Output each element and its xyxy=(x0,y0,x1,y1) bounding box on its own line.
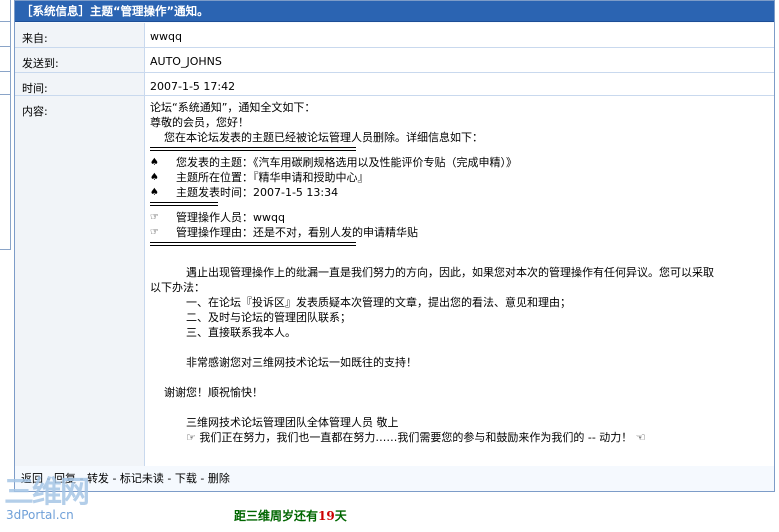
download-link[interactable]: 下载 xyxy=(175,472,197,485)
intro-line: 论坛“系统通知”，通知全文如下： xyxy=(150,101,316,114)
to-row: 发送到: AUTO_JOHNS xyxy=(15,48,774,73)
topic-item: ♠ 主题发表时间：2007-1-5 13:34 xyxy=(150,185,770,200)
countdown-prefix: 距三维周岁还有 xyxy=(234,509,319,523)
time-label: 时间: xyxy=(15,73,145,95)
content-label: 内容: xyxy=(15,96,145,466)
time-row: 时间: 2007-1-5 17:42 xyxy=(15,73,774,96)
option-item: 一、在论坛『投诉区』发表质疑本次管理的文章，提出您的看法、意见和理由； xyxy=(186,296,571,309)
left-frame-strip xyxy=(0,0,11,250)
topic-item-text: 您发表的主题：《汽车用碳刷规格选用以及性能评价专贴（完成申精）》 xyxy=(176,156,517,169)
time-value: 2007-1-5 17:42 xyxy=(145,73,774,95)
message-title: ［系统信息］主题“管理操作”通知。 xyxy=(15,1,774,22)
content-row: 内容: 论坛“系统通知”，通知全文如下： 尊敬的会员，您好！ 您在本论坛发表的主… xyxy=(15,96,774,466)
option-item: 三、直接联系我本人。 xyxy=(186,326,296,339)
admin-item: ☞ 管理操作人员：wwqq xyxy=(150,210,770,225)
admin-item: ☞ 管理操作理由：还是不对，看别人发的申请精华贴 xyxy=(150,225,770,240)
message-panel: ［系统信息］主题“管理操作”通知。 来自: wwqq 发送到: AUTO_JOH… xyxy=(14,0,775,492)
deleted-notice: 您在本论坛发表的主题已经被论坛管理人员删除。详细信息如下： xyxy=(164,131,483,144)
double-rule xyxy=(150,147,356,151)
watermark-domain: 3dPortal.cn xyxy=(6,508,74,522)
from-row: 来自: wwqq xyxy=(15,23,774,48)
from-value: wwqq xyxy=(145,23,774,47)
signature-line: 三维网技术论坛管理团队全体管理人员 敬上 xyxy=(186,416,399,429)
topic-item: ♠ 主题所在位置：『精华申请和授助中心』 xyxy=(150,170,770,185)
double-rule xyxy=(150,242,356,246)
countdown-days: 19 xyxy=(318,509,335,523)
double-rule xyxy=(150,202,218,206)
topic-item: ♠ 您发表的主题：《汽车用碳刷规格选用以及性能评价专贴（完成申精）》 xyxy=(150,155,770,170)
topic-item-text: 主题所在位置：『精华申请和授助中心』 xyxy=(176,171,369,184)
mark-unread-link[interactable]: 标记未读 xyxy=(120,472,164,485)
pointing-hand-icon: ☞ xyxy=(150,212,159,223)
action-bar: 返回 - 回复 - 转发 - 标记未读 - 下载 - 删除 xyxy=(15,470,774,490)
greeting-line: 尊敬的会员，您好！ xyxy=(150,116,249,129)
countdown-suffix: 天 xyxy=(334,509,347,523)
option-item: 二、及时与论坛的管理团队联系； xyxy=(186,311,351,324)
3dportal-watermark-logo: 三维网 3dPortal.cn xyxy=(4,478,104,528)
watermark-title: 三维网 xyxy=(4,475,90,510)
thanks-line: 非常感谢您对三维网技术论坛一如既往的支持！ xyxy=(186,356,417,369)
to-label: 发送到: xyxy=(15,48,145,72)
paragraph-text: 以下办法： xyxy=(150,281,205,294)
spade-icon: ♠ xyxy=(150,172,159,183)
admin-item-text: 管理操作理由：还是不对，看别人发的申请精华贴 xyxy=(176,226,418,239)
delete-link[interactable]: 删除 xyxy=(208,472,230,485)
thanks-line: 谢谢您！顺祝愉快！ xyxy=(164,386,263,399)
spade-icon: ♠ xyxy=(150,187,159,198)
admin-item-text: 管理操作人员：wwqq xyxy=(176,211,285,224)
paragraph-text: 遇止出现管理操作上的纰漏一直是我们努力的方向，因此，如果您对本次的管理操作有任何… xyxy=(186,266,714,279)
topic-item-text: 主题发表时间：2007-1-5 13:34 xyxy=(176,186,339,199)
from-label: 来自: xyxy=(15,23,145,47)
anniversary-countdown: 距三维周岁还有19天 xyxy=(234,507,347,524)
message-body: 论坛“系统通知”，通知全文如下： 尊敬的会员，您好！ 您在本论坛发表的主题已经被… xyxy=(150,100,770,445)
spade-icon: ♠ xyxy=(150,157,159,168)
slogan-line: ☞ 我们正在努力，我们也一直都在努力……我们需要您的参与和鼓励来作为我们的 --… xyxy=(186,431,646,444)
to-value: AUTO_JOHNS xyxy=(145,48,774,72)
pointing-hand-icon: ☞ xyxy=(150,227,159,238)
